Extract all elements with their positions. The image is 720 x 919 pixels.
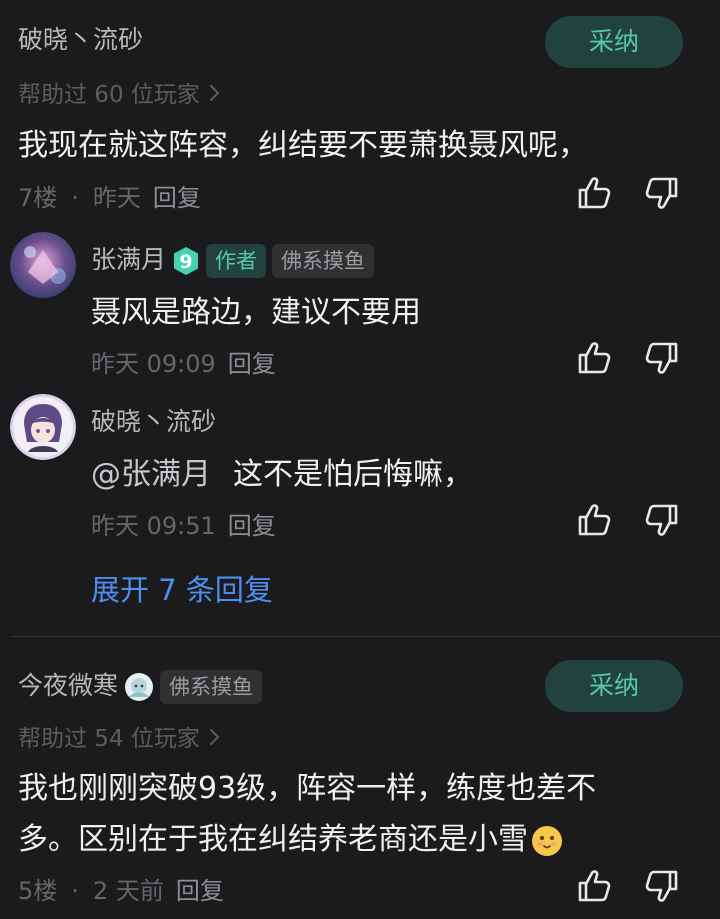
reply-button[interactable]: 回复 <box>176 877 224 905</box>
timestamp: 昨天 09:51 <box>91 512 216 540</box>
divider <box>10 636 720 637</box>
reply-text: 这不是怕后悔嘛， <box>233 457 473 492</box>
timestamp: 昨天 09:09 <box>91 350 216 378</box>
reply-button[interactable]: 回复 <box>228 350 276 378</box>
chevron-right-icon <box>208 727 222 753</box>
thumbs-up-icon[interactable] <box>574 173 614 213</box>
thumbs-up-icon[interactable] <box>574 866 614 906</box>
comment-text-line-2: 多。区别在于我在纠结养老商还是小雪 <box>18 809 564 871</box>
avatar[interactable] <box>10 232 76 298</box>
reply-text: 聂风是路边，建议不要用 <box>91 295 421 330</box>
separator-dot: · <box>71 184 79 212</box>
adopt-button[interactable]: 采纳 <box>545 16 683 68</box>
helped-count[interactable]: 帮助过 54 位玩家 <box>18 719 222 753</box>
avatar[interactable] <box>10 394 76 460</box>
reply-username[interactable]: 破晓丶流砂 <box>91 402 216 438</box>
reply-text-line: @张满月 这不是怕后悔嘛， <box>91 444 473 506</box>
timestamp: 2 天前 <box>92 877 164 905</box>
timestamp: 昨天 <box>92 184 141 212</box>
reply-meta: 昨天 09:09 回复 <box>91 344 276 379</box>
chevron-right-icon <box>208 83 222 109</box>
thumbs-down-icon[interactable] <box>642 338 682 378</box>
comment-text: 我现在就这阵容，纠结要不要萧换聂风呢， <box>18 128 588 163</box>
reply-button[interactable]: 回复 <box>228 512 276 540</box>
comment-meta: 5楼 · 2 天前 回复 <box>18 871 224 906</box>
reply-button[interactable]: 回复 <box>153 184 201 212</box>
thumbs-down-icon[interactable] <box>642 866 682 906</box>
user-badge: 佛系摸鱼 <box>160 670 263 704</box>
helped-count[interactable]: 帮助过 60 位玩家 <box>18 75 222 109</box>
reply-username[interactable]: 张满月 <box>91 245 166 274</box>
expand-replies-link[interactable]: 展开 7 条回复 <box>91 567 273 609</box>
comment-username[interactable]: 今夜微寒 <box>18 671 118 700</box>
user-avatar-badge-icon <box>125 673 154 701</box>
svg-text:9: 9 <box>179 251 192 273</box>
comment-username-line: 今夜微寒 佛系摸鱼 <box>18 666 263 704</box>
user-badge: 佛系摸鱼 <box>272 244 375 278</box>
author-tag: 作者 <box>206 244 267 278</box>
thumbs-down-icon[interactable] <box>642 173 682 213</box>
floor-number: 5楼 <box>18 877 58 905</box>
reply-username-line: 张满月 9 作者 佛系摸鱼 <box>91 240 375 278</box>
reply-meta: 昨天 09:51 回复 <box>91 506 276 541</box>
floor-number: 7楼 <box>18 184 58 212</box>
comment-meta: 7楼 · 昨天 回复 <box>18 178 201 213</box>
emoji-icon <box>532 825 562 856</box>
thumbs-up-icon[interactable] <box>574 338 614 378</box>
adopt-button[interactable]: 采纳 <box>545 660 683 712</box>
mention-link[interactable]: @张满月 <box>91 457 211 492</box>
separator-dot: · <box>71 877 79 905</box>
comment-username[interactable]: 破晓丶流砂 <box>18 20 143 56</box>
thumbs-down-icon[interactable] <box>642 500 682 540</box>
thumbs-up-icon[interactable] <box>574 500 614 540</box>
level-badge-icon: 9 <box>174 247 199 275</box>
